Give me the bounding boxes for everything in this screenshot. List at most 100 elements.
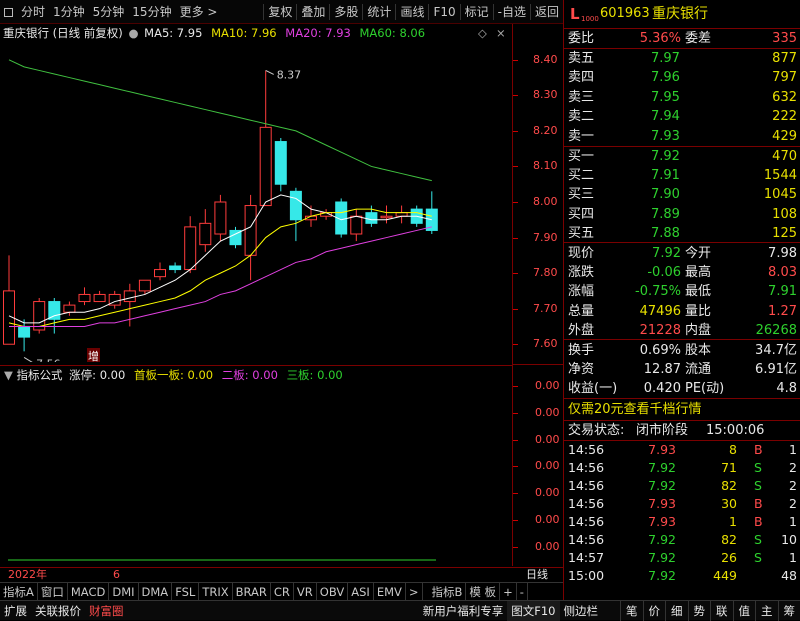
bid-row[interactable]: 买三7.901045 <box>564 185 800 204</box>
bid-label: 买四 <box>568 205 594 224</box>
toolbar-back[interactable]: 返回 <box>531 0 563 24</box>
tick-side: B <box>754 513 763 531</box>
level2-promo-link[interactable]: 仅需20元查看千档行情 <box>568 400 702 419</box>
indicator-name[interactable]: 指标公式 <box>17 368 63 382</box>
settings-diamond-icon[interactable]: ◇ <box>478 24 487 42</box>
indicator-tab[interactable]: MACD <box>68 583 109 601</box>
candlestick-chart[interactable]: 8.377.56增 <box>0 42 512 362</box>
tick-side: S <box>754 531 762 549</box>
side-panel-icon[interactable]: 联 <box>710 601 733 621</box>
status-wealth-circle[interactable]: 财富圈 <box>85 601 128 621</box>
status-sidebar[interactable]: 侧边栏 <box>560 601 603 621</box>
indicator-tab[interactable]: ASI <box>348 583 374 601</box>
toolbar-fuquan[interactable]: 复权 <box>264 0 296 24</box>
ask-row[interactable]: 卖二7.94222 <box>564 107 800 126</box>
toolbar-duogu[interactable]: 多股 <box>330 0 362 24</box>
indicator-tick-mark <box>513 466 518 467</box>
indicator-tab[interactable]: 模 板 <box>466 583 500 601</box>
indicator-tab[interactable]: DMA <box>139 583 173 601</box>
candle-body <box>185 227 196 270</box>
indicator-tab[interactable]: > <box>406 583 423 601</box>
bid-price: 7.89 <box>651 205 680 224</box>
side-panel-icon[interactable]: 笔 <box>620 601 643 621</box>
ask-row[interactable]: 卖三7.95632 <box>564 88 800 107</box>
indicator-collapse-icon[interactable]: ▼ <box>4 368 13 382</box>
stat-label: 外盘 <box>568 321 594 340</box>
toolbar-f10[interactable]: F10 <box>429 0 459 24</box>
toolbar-more[interactable]: 更多 > <box>176 0 222 24</box>
period-label[interactable]: 日线 <box>526 568 548 582</box>
stat-value: 0.420 <box>644 379 681 398</box>
indicator-tick-mark <box>513 413 518 414</box>
indicator-tab[interactable]: FSL <box>172 583 199 601</box>
indicator-tab[interactable]: OBV <box>317 583 348 601</box>
tick-price: 7.93 <box>648 495 676 513</box>
stat-row: 外盘21228内盘26268 <box>564 321 800 340</box>
stat-value: -0.75% <box>635 282 681 301</box>
toolbar-fenshi[interactable]: 分时 <box>17 0 49 24</box>
indicator-tab[interactable]: VR <box>294 583 317 601</box>
tick-time: 14:56 <box>568 495 604 513</box>
indicator-axis: 0.000.000.000.000.000.000.00 <box>512 364 563 566</box>
side-panel-icon[interactable]: 价 <box>643 601 666 621</box>
status-f10[interactable]: 图文F10 <box>507 601 559 621</box>
bid-volume: 470 <box>772 147 797 166</box>
price-tick-label: 7.60 <box>533 337 558 350</box>
candle-body <box>139 280 150 291</box>
toolbar-biaoji[interactable]: 标记 <box>461 0 493 24</box>
close-icon[interactable]: × <box>496 24 506 42</box>
bid-row[interactable]: 买四7.89108 <box>564 205 800 224</box>
stat-value: 26268 <box>756 321 797 340</box>
side-panel-icon[interactable]: 值 <box>733 601 756 621</box>
indicator-tab[interactable]: 指标A <box>0 583 38 601</box>
indicator-tab[interactable]: - <box>517 583 528 601</box>
indicator-tab[interactable]: 指标B <box>429 583 467 601</box>
indicator-tab[interactable]: 窗口 <box>38 583 68 601</box>
indicator-tab[interactable]: DMI <box>109 583 138 601</box>
side-panel-icon[interactable]: 势 <box>688 601 711 621</box>
zeng-badge[interactable]: 增 <box>88 349 99 362</box>
trade-tick-row: 15:007.9244948 <box>564 567 800 585</box>
candle-body <box>396 213 407 217</box>
indicator-tab[interactable]: + <box>500 583 517 601</box>
status-new-user[interactable]: 新用户福利专享 <box>419 601 508 621</box>
tick-side: S <box>754 549 762 567</box>
tick-side: B <box>754 495 763 513</box>
side-panel-icon[interactable]: 细 <box>665 601 688 621</box>
ask-row[interactable]: 卖四7.96797 <box>564 68 800 87</box>
status-expand[interactable]: 扩展 <box>0 601 31 621</box>
bid-row[interactable]: 买一7.92470 <box>564 147 800 166</box>
stat-label: 最高 <box>685 263 711 282</box>
toolbar-huaxian[interactable]: 画线 <box>396 0 428 24</box>
tick-price: 7.92 <box>648 459 676 477</box>
toolbar-5min[interactable]: 5分钟 <box>89 0 129 24</box>
candle-body <box>366 213 377 224</box>
stat-row: 现价7.92今开7.98 <box>564 244 800 263</box>
side-panel-icon[interactable]: 筹 <box>778 601 800 621</box>
indicator-pane[interactable] <box>0 384 512 566</box>
main-chart-legend: 重庆银行 (日线 前复权) ● MA5: 7.95 MA10: 7.96 MA2… <box>0 24 512 42</box>
indicator-tab[interactable]: BRAR <box>233 583 271 601</box>
ask-row[interactable]: 卖一7.93429 <box>564 127 800 146</box>
toolbar-diejia[interactable]: 叠加 <box>297 0 329 24</box>
bid-row[interactable]: 买二7.911544 <box>564 166 800 185</box>
bid-label: 买三 <box>568 185 594 204</box>
tick-price: 7.92 <box>648 531 676 549</box>
side-panel-icon[interactable]: 主 <box>755 601 778 621</box>
price-tick-mark <box>513 273 518 274</box>
indicator-tab[interactable]: EMV <box>374 583 406 601</box>
toolbar-15min[interactable]: 15分钟 <box>128 0 175 24</box>
bid-row[interactable]: 买五7.88125 <box>564 224 800 243</box>
indicator-tab[interactable]: TRIX <box>199 583 232 601</box>
toolbar-remove-watchlist[interactable]: -自选 <box>494 0 530 24</box>
status-related-quote[interactable]: 关联报价 <box>31 601 85 621</box>
ask-row[interactable]: 卖五7.97877 <box>564 49 800 68</box>
indicator-tick-label: 0.00 <box>535 486 560 499</box>
square-icon[interactable] <box>0 0 17 24</box>
indicator-tab[interactable]: CR <box>271 583 294 601</box>
toolbar-1min[interactable]: 1分钟 <box>49 0 89 24</box>
toolbar-tongji[interactable]: 统计 <box>363 0 395 24</box>
trade-tick-row: 14:567.9271S2 <box>564 459 800 477</box>
indicator-tick-label: 0.00 <box>535 459 560 472</box>
stat-row: 涨幅-0.75%最低7.91 <box>564 282 800 301</box>
